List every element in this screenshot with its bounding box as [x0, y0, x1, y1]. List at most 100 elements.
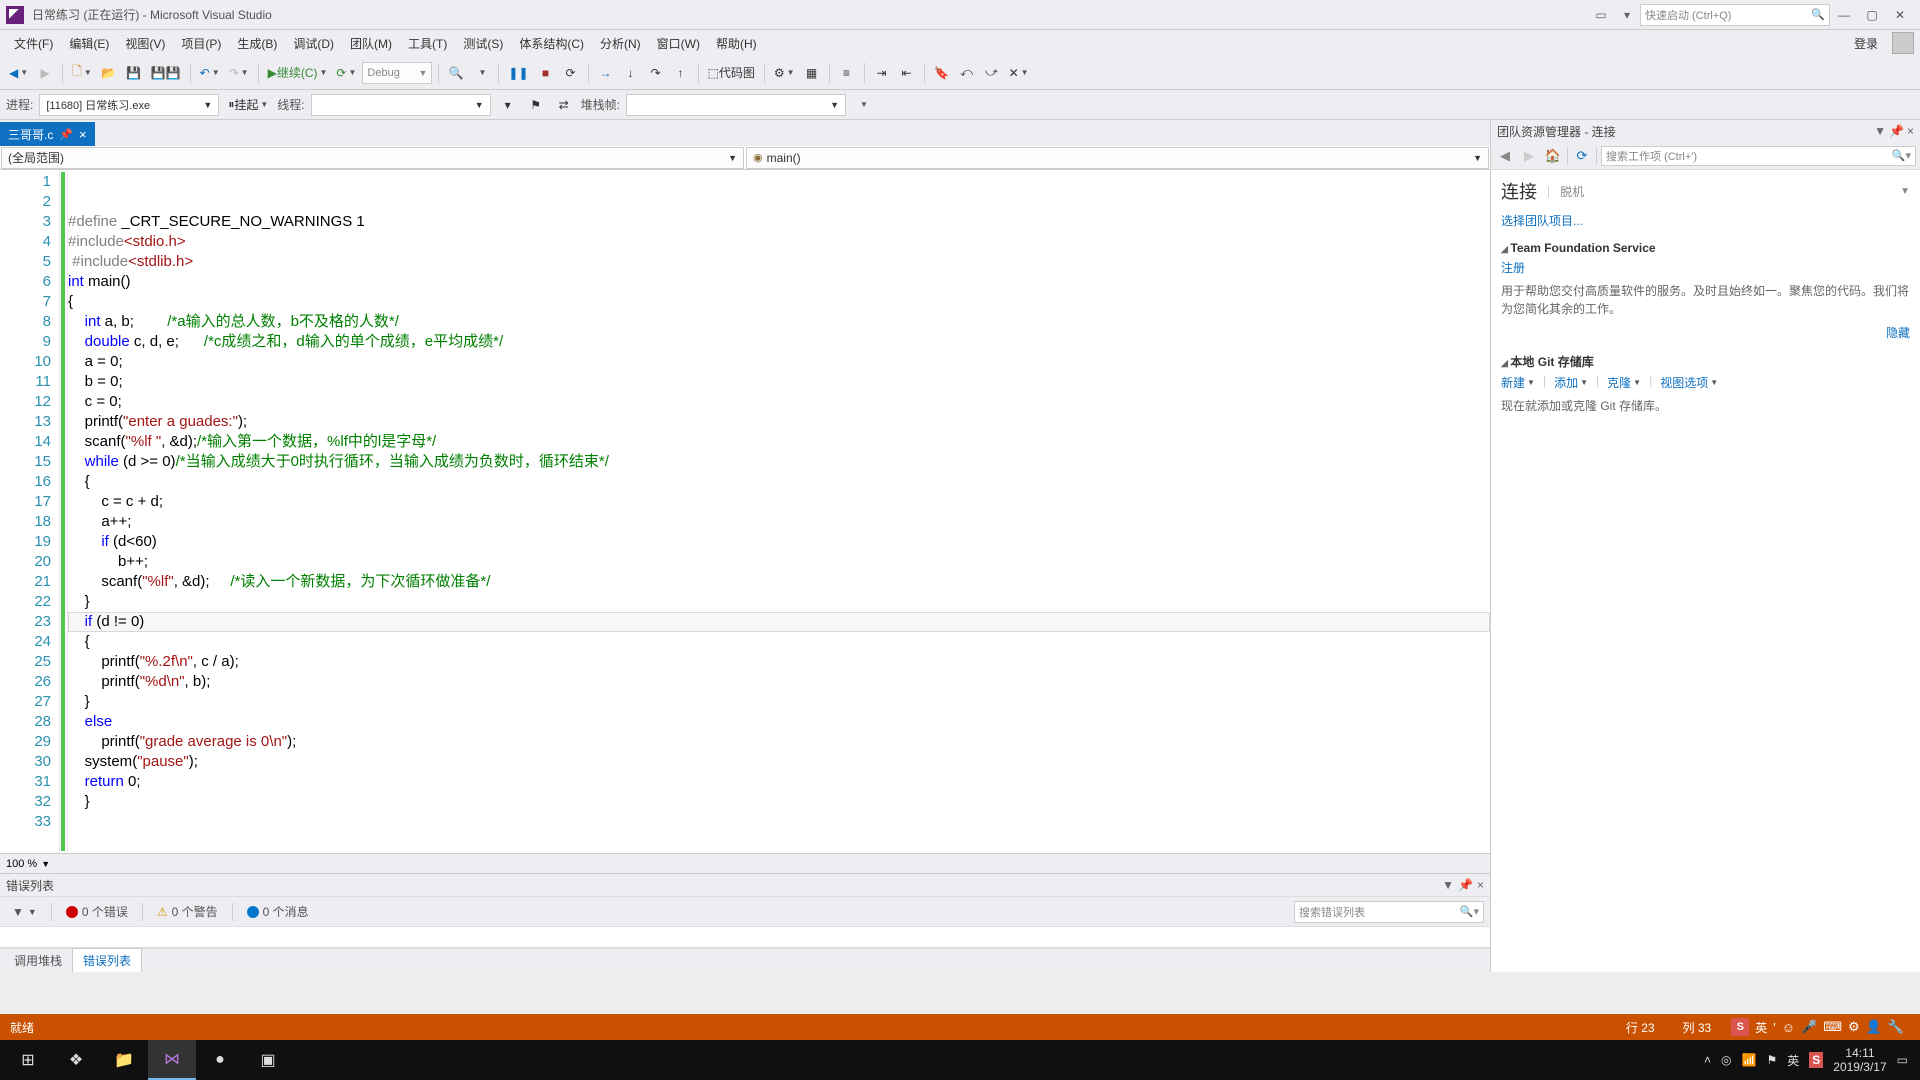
panel-pin-icon[interactable]: 📌 — [1458, 878, 1473, 892]
process-combo[interactable]: [11680] 日常练习.exe▼ — [39, 94, 219, 116]
menu-analyze[interactable]: 分析(N) — [592, 32, 649, 55]
tray-sogou-icon[interactable]: S — [1809, 1052, 1823, 1068]
git-view-options-link[interactable]: 视图选项▼ — [1660, 374, 1718, 391]
git-add-link[interactable]: 添加▼ — [1554, 374, 1588, 391]
search-workitems-input[interactable]: 搜索工作项 (Ctrl+') 🔍▾ — [1601, 146, 1916, 166]
save-all-button[interactable]: 💾💾 — [148, 61, 184, 85]
thread-toggle-button[interactable]: ⇄ — [553, 93, 575, 117]
sign-in-link[interactable]: 登录 — [1846, 32, 1886, 55]
close-tab-icon[interactable]: × — [79, 127, 87, 142]
errors-filter[interactable]: 0 个错误 — [60, 901, 134, 922]
messages-filter[interactable]: 0 个消息 — [241, 901, 315, 922]
git-clone-link[interactable]: 克隆▼ — [1607, 374, 1641, 391]
tray-ime-icon[interactable]: 英 — [1787, 1052, 1799, 1069]
task-terminal[interactable]: ▣ — [244, 1040, 292, 1080]
tray-flag-icon[interactable]: ⚑ — [1766, 1053, 1777, 1067]
search-errors-input[interactable]: 搜索错误列表 🔍▾ — [1294, 901, 1484, 923]
tray-shield-icon[interactable]: ◎ — [1721, 1053, 1731, 1067]
menu-build[interactable]: 生成(B) — [229, 32, 285, 55]
nav-back-button[interactable]: ◀▼ — [6, 61, 31, 85]
thread-filter-button[interactable]: ⚑ — [525, 93, 547, 117]
notifications-icon[interactable]: ▭ — [1590, 4, 1612, 26]
menu-project[interactable]: 项目(P) — [173, 32, 229, 55]
panel-dropdown-icon[interactable]: ▼ — [1442, 878, 1454, 892]
git-section-head[interactable]: 本地 Git 存储库 — [1501, 353, 1910, 370]
menu-team[interactable]: 团队(M) — [342, 32, 400, 55]
quick-launch-input[interactable]: 快速启动 (Ctrl+Q) 🔍 — [1640, 4, 1830, 26]
panel-close-icon[interactable]: × — [1477, 878, 1484, 892]
pin-icon[interactable]: 📌 — [59, 128, 73, 141]
continue-button[interactable]: ▶ 继续(C)▼ — [265, 61, 331, 85]
tab-errorlist[interactable]: 错误列表 — [72, 948, 142, 972]
menu-window[interactable]: 窗口(W) — [649, 32, 708, 55]
git-new-link[interactable]: 新建▼ — [1501, 374, 1535, 391]
step-over-button[interactable]: ↷ — [645, 61, 667, 85]
menu-debug[interactable]: 调试(D) — [285, 32, 342, 55]
tab-callstack[interactable]: 调用堆栈 — [4, 949, 72, 972]
task-chrome[interactable]: ● — [196, 1040, 244, 1080]
menu-tools[interactable]: 工具(T) — [400, 32, 455, 55]
avatar-icon[interactable] — [1892, 32, 1914, 54]
undo-button[interactable]: ↶▼ — [197, 61, 223, 85]
step-next-stmt-button[interactable]: → — [595, 61, 617, 85]
tray-chevron-icon[interactable]: ˄ — [1704, 1053, 1711, 1067]
comment-button[interactable]: ≡ — [836, 61, 858, 85]
restart-button[interactable]: ⟳ — [560, 61, 582, 85]
thread-combo[interactable]: ▼ — [311, 94, 491, 116]
step-into-button[interactable]: ↓ — [620, 61, 642, 85]
prev-bookmark-button[interactable]: ⤺ — [956, 61, 978, 85]
save-button[interactable]: 💾 — [123, 61, 145, 85]
open-file-button[interactable]: 📂 — [98, 61, 120, 85]
start-button[interactable]: ⊞ — [4, 1040, 52, 1080]
register-link[interactable]: 注册 — [1501, 261, 1525, 275]
scope-combo[interactable]: (全局范围)▼ — [1, 147, 744, 169]
warnings-filter[interactable]: ⚠0 个警告 — [151, 901, 224, 922]
suspend-button[interactable]: ⏸ 挂起▼ — [225, 93, 271, 117]
toolbar-overflow-button[interactable]: ▼ — [852, 93, 874, 117]
thread-flag-button[interactable]: ▾ — [497, 93, 519, 117]
tray-wifi-icon[interactable]: 📶 — [1742, 1053, 1757, 1067]
config-combo[interactable]: Debug▼ — [362, 62, 432, 84]
tool-button-a[interactable]: ⚙▼ — [771, 61, 798, 85]
find-in-files-button[interactable]: 🔍 — [445, 61, 467, 85]
redo-button[interactable]: ↷▼ — [226, 61, 252, 85]
minimize-button[interactable]: — — [1830, 4, 1858, 26]
outdent-button[interactable]: ⇤ — [896, 61, 918, 85]
new-project-button[interactable]: 🗋▼ — [69, 61, 95, 85]
stackframe-combo[interactable]: ▼ — [626, 94, 846, 116]
member-combo[interactable]: ◉main()▼ — [746, 147, 1489, 169]
code-editor[interactable]: 1234567891011121314151617181920212223242… — [0, 170, 1490, 853]
menu-file[interactable]: 文件(F) — [6, 32, 61, 55]
code-map-button[interactable]: ⬚ 代码图 — [705, 61, 758, 85]
back-icon[interactable]: ◀ — [1495, 146, 1515, 166]
dropdown-button[interactable]: ▼ — [470, 61, 492, 85]
tool-button-b[interactable]: ▦ — [801, 61, 823, 85]
restart-debug-button[interactable]: ⟳▼ — [333, 61, 359, 85]
next-bookmark-button[interactable]: ⤻ — [981, 61, 1003, 85]
select-projects-link[interactable]: 选择团队项目... — [1501, 214, 1583, 228]
menu-architecture[interactable]: 体系结构(C) — [511, 32, 592, 55]
menu-view[interactable]: 视图(V) — [117, 32, 173, 55]
code-content[interactable]: #define _CRT_SECURE_NO_WARNINGS 1 #inclu… — [68, 170, 1490, 853]
task-app-1[interactable]: ❖ — [52, 1040, 100, 1080]
tray-clock[interactable]: 14:11 2019/3/17 — [1833, 1046, 1886, 1075]
step-out-button[interactable]: ↑ — [670, 61, 692, 85]
home-icon[interactable]: 🏠 — [1543, 146, 1563, 166]
maximize-button[interactable]: ▢ — [1858, 4, 1886, 26]
error-list-grid[interactable] — [0, 926, 1490, 948]
menu-test[interactable]: 测试(S) — [455, 32, 511, 55]
refresh-icon[interactable]: ⟳ — [1572, 146, 1592, 166]
tray-notifications-icon[interactable]: ▭ — [1897, 1053, 1908, 1067]
file-tab[interactable]: 三哥哥.c 📌 × — [0, 122, 95, 146]
task-vs[interactable]: ⋈ — [148, 1040, 196, 1080]
panel-close-icon[interactable]: × — [1907, 124, 1914, 138]
panel-dropdown-icon[interactable]: ▼ — [1874, 124, 1886, 138]
nav-fwd-button[interactable]: ▶ — [34, 61, 56, 85]
bookmark-button[interactable]: 🔖 — [931, 61, 953, 85]
close-button[interactable]: ✕ — [1886, 4, 1914, 26]
indent-button[interactable]: ⇥ — [871, 61, 893, 85]
zoom-combo[interactable]: 100 % ▼ — [0, 853, 1490, 873]
ime-indicator[interactable]: S 英 ' ☺ 🎤 ⌨ ⚙ 👤 🔧 — [1725, 1018, 1910, 1036]
menu-edit[interactable]: 编辑(E) — [61, 32, 117, 55]
task-explorer[interactable]: 📁 — [100, 1040, 148, 1080]
